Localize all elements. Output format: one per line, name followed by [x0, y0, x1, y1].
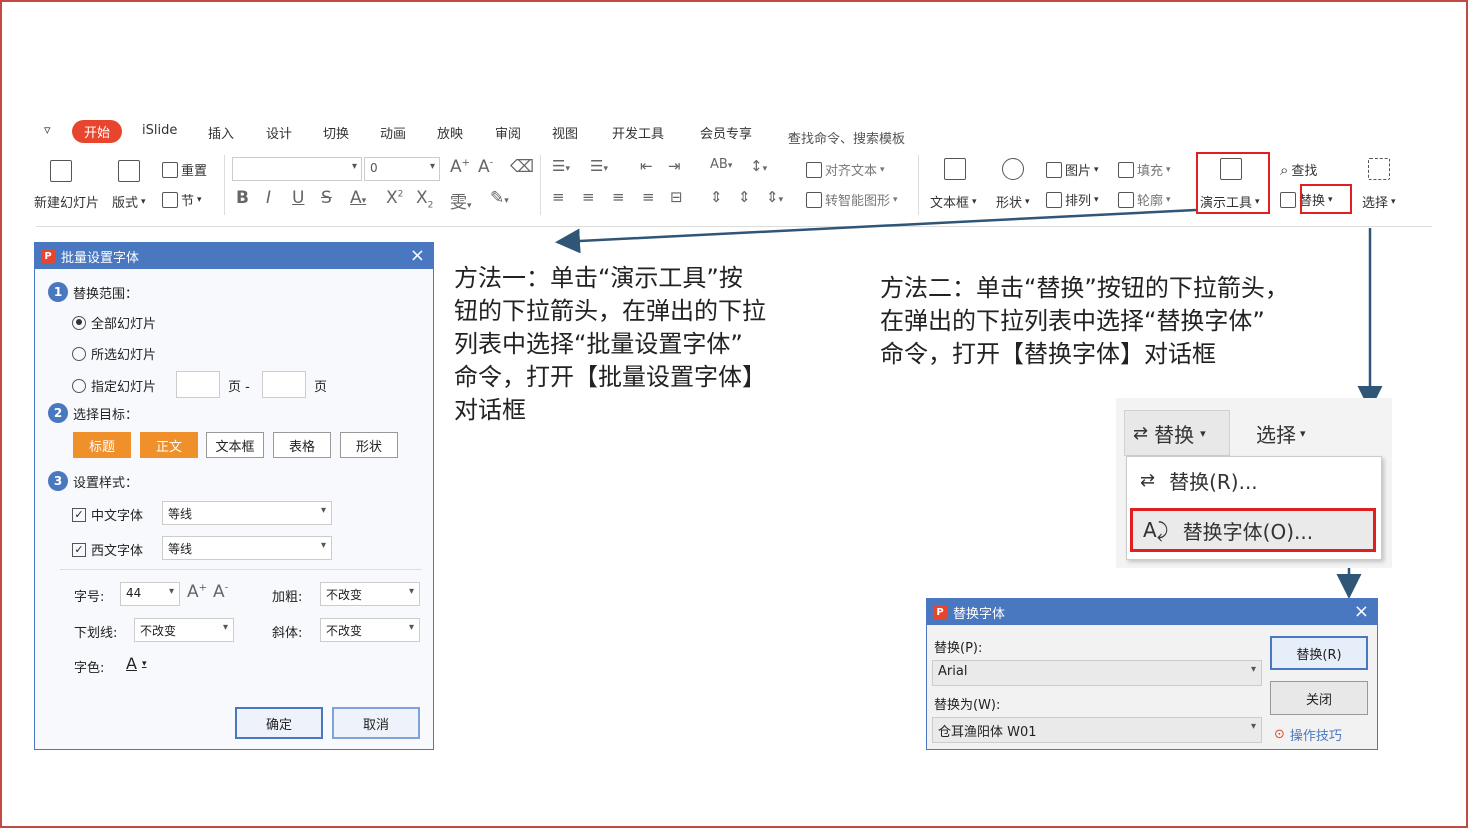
zoom-select-button[interactable]: 选择 ▾: [1256, 410, 1306, 456]
radio-all-slides[interactable]: 全部幻灯片: [72, 313, 156, 332]
italic-select[interactable]: 不改变: [320, 618, 420, 642]
step2-label: 2 选择目标：: [48, 403, 138, 423]
bold-label: 加粗:: [272, 590, 303, 605]
radio-specified-slides[interactable]: 指定幻灯片: [72, 376, 156, 395]
step1-label: 1 替换范围：: [48, 282, 138, 302]
replace-with-label: 替换为(W):: [934, 698, 1001, 713]
replace-icon: ⇄: [1133, 422, 1149, 444]
shrink-font-icon[interactable]: A-: [213, 582, 228, 602]
grow-font-icon[interactable]: A+: [187, 582, 207, 602]
step2-badge: 2: [48, 403, 68, 423]
annotation-method-1: 方法一：单击“演示工具”按 钮的下拉箭头，在弹出的下拉 列表中选择“批量设置字体…: [454, 264, 766, 424]
replace-dialog-title: 替换字体: [953, 606, 1006, 622]
replace-from-label: 替换(P):: [934, 641, 983, 656]
radio-icon: [72, 315, 86, 330]
checkbox-icon: ✓: [72, 507, 86, 522]
page-to-input[interactable]: [262, 371, 306, 398]
replace-confirm-button[interactable]: 替换(R): [1270, 636, 1368, 670]
replace-dialog-titlebar: P 替换字体 ×: [927, 599, 1377, 625]
annotation-method-2: 方法二：单击“替换”按钮的下拉箭头， 在弹出的下拉列表中选择“替换字体” 命令，…: [880, 274, 1289, 368]
radio-icon: [72, 346, 86, 361]
step3-badge: 3: [48, 471, 68, 491]
arrow-to-batch-dialog: [555, 208, 1197, 254]
replace-icon: ⇄: [1140, 470, 1156, 491]
step1-badge: 1: [48, 282, 68, 302]
checkbox-icon: ✓: [72, 542, 86, 557]
batch-dialog-titlebar: P 批量设置字体 ×: [35, 243, 433, 269]
target-shape[interactable]: 形状: [340, 432, 398, 458]
bold-select[interactable]: 不改变: [320, 582, 420, 606]
page-from-input[interactable]: [176, 371, 220, 398]
play-icon: ⊙: [1274, 727, 1285, 742]
divider: [60, 569, 422, 570]
radio-icon: [72, 378, 86, 393]
batch-dialog-title: 批量设置字体: [61, 250, 140, 266]
size-select[interactable]: 44: [120, 582, 180, 606]
close-icon[interactable]: ×: [410, 245, 425, 266]
target-title[interactable]: 标题: [73, 432, 131, 458]
replace-with-select[interactable]: 仓耳渔阳体 W01: [932, 717, 1262, 743]
font-color-picker[interactable]: A ▾: [126, 654, 146, 673]
cancel-button[interactable]: 取消: [332, 707, 420, 739]
west-font-checkbox[interactable]: ✓ 西文字体: [72, 540, 143, 559]
target-textbox[interactable]: 文本框: [206, 432, 264, 458]
cn-font-select[interactable]: 等线: [162, 501, 332, 525]
page-from-label: 页 -: [228, 380, 250, 395]
font-color-icon: A: [126, 654, 137, 673]
step3-label: 3 设置样式：: [48, 471, 138, 491]
tips-link[interactable]: ⊙ 操作技巧: [1274, 725, 1342, 744]
italic-label: 斜体:: [272, 626, 303, 641]
underline-label: 下划线:: [74, 626, 118, 641]
underline-select[interactable]: 不改变: [134, 618, 234, 642]
replace-from-select[interactable]: Arial: [932, 660, 1262, 686]
page-to-label: 页: [314, 380, 328, 395]
replace-font-icon: A⤸: [1143, 518, 1169, 542]
target-body[interactable]: 正文: [140, 432, 198, 458]
size-label: 字号:: [74, 590, 105, 605]
color-label: 字色:: [74, 661, 105, 676]
ok-button[interactable]: 确定: [235, 707, 323, 739]
app-logo-icon: P: [41, 249, 55, 263]
close-icon[interactable]: ×: [1354, 601, 1369, 622]
menu-item-replace[interactable]: ⇄ 替换(R)...: [1140, 466, 1258, 495]
menu-item-replace-font[interactable]: A⤸ 替换字体(O)...: [1130, 508, 1376, 552]
radio-selected-slides[interactable]: 所选幻灯片: [72, 344, 156, 363]
west-font-select[interactable]: 等线: [162, 536, 332, 560]
zoom-replace-button[interactable]: ⇄ 替换 ▾: [1124, 410, 1230, 456]
target-table[interactable]: 表格: [273, 432, 331, 458]
app-logo-icon: P: [933, 605, 947, 619]
close-button[interactable]: 关闭: [1270, 681, 1368, 715]
cn-font-checkbox[interactable]: ✓ 中文字体: [72, 505, 143, 524]
